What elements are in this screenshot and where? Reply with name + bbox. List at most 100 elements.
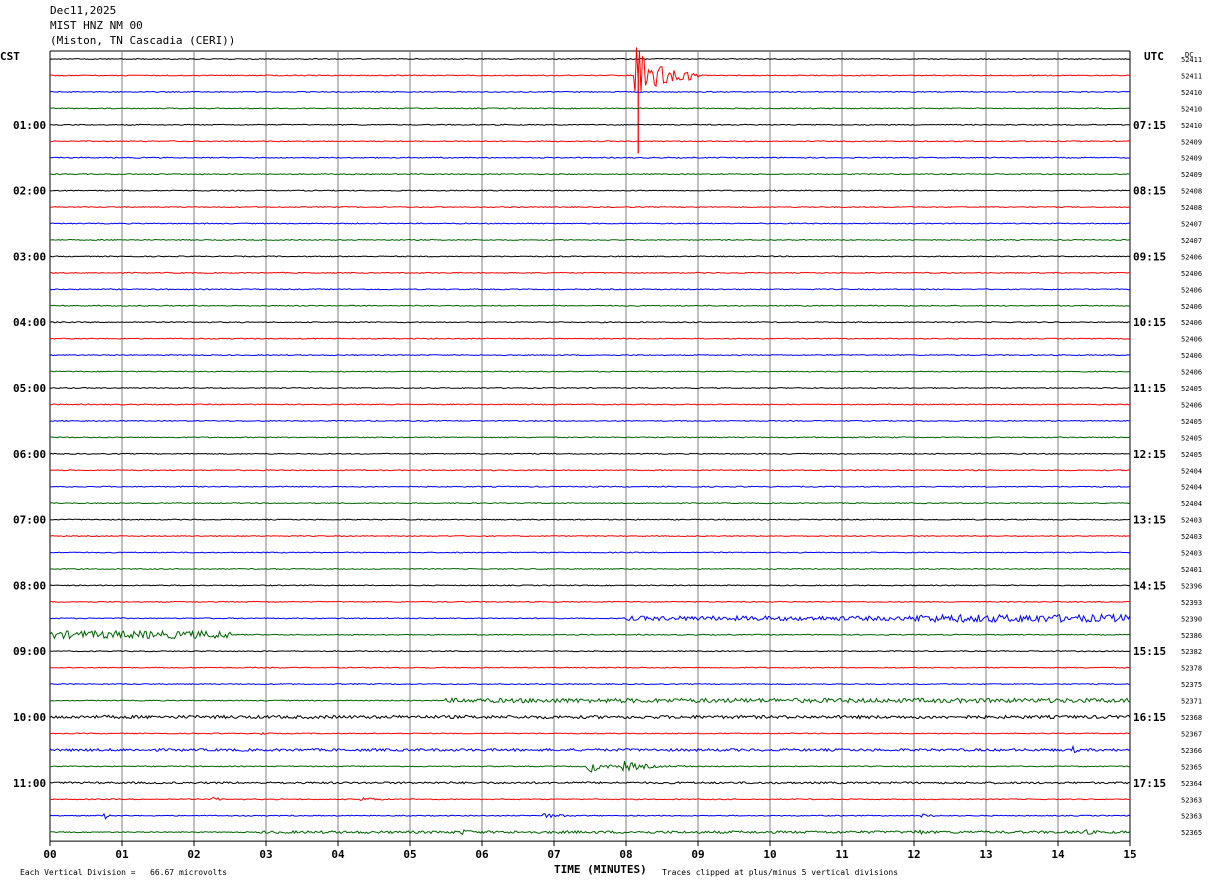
left-hour-label: 04:00 [13,316,46,329]
x-tick-label: 07 [547,848,560,861]
dc-value: 52410 [1181,122,1202,130]
dc-value: 52410 [1181,89,1202,97]
x-tick-label: 01 [115,848,129,861]
trace-row [49,238,1131,241]
trace-row [49,419,1131,422]
trace-row [50,485,1131,488]
dc-value: 52406 [1181,319,1202,327]
dc-value: 52408 [1181,204,1202,212]
x-tick-label: 04 [331,848,345,861]
trace-row [49,156,1131,159]
trace-row [49,222,1131,225]
trace-row [49,337,1131,340]
time-grid [49,50,1131,847]
trace-row [49,321,1131,324]
trace-row [49,551,1131,554]
trace-row [49,567,1131,570]
trace-row [49,47,1131,93]
helicorder-plot: CST UTC DC Each Vertical Division = 66.6… [0,47,1202,877]
dc-value: 52411 [1181,72,1202,80]
dc-value: 52409 [1181,171,1202,179]
trace-row [49,600,1131,603]
x-tick-label: 11 [835,848,849,861]
left-hour-label: 06:00 [13,448,46,461]
dc-value: 52406 [1181,303,1202,311]
x-tick-label: 06 [475,848,489,861]
right-hour-label: 11:15 [1133,382,1166,395]
left-hour-label: 07:00 [13,514,46,527]
trace-row [49,255,1131,258]
dc-value: 52404 [1181,500,1202,508]
dc-value: 52371 [1181,698,1202,706]
trace-row [49,518,1130,521]
trace-row [49,502,1131,505]
trace-row [49,206,1131,209]
x-tick-label: 05 [403,848,416,861]
dc-value: 52363 [1181,796,1202,804]
trace-row [49,760,1131,773]
left-hour-label: 10:00 [13,711,46,724]
trace-row [49,731,1131,735]
trace-row [49,288,1131,291]
trace-row [49,57,1131,61]
dc-value: 52401 [1181,566,1202,574]
trace-row [49,584,1131,587]
right-hour-label: 16:15 [1133,711,1166,724]
dc-value: 52378 [1181,665,1202,673]
dc-value: 52375 [1181,681,1202,689]
dc-value: 52406 [1181,286,1202,294]
right-hour-label: 14:15 [1133,579,1166,592]
trace-row [49,744,1131,754]
x-tick-label: 12 [907,848,920,861]
dc-value: 52404 [1181,467,1202,475]
left-hour-label: 01:00 [13,119,46,132]
left-hour-label: 03:00 [13,250,46,263]
dc-value: 52403 [1181,550,1202,558]
trace-row [49,90,1131,93]
trace-row [49,650,1131,653]
x-tick-label: 14 [1051,848,1065,861]
dc-value: 52366 [1181,747,1202,755]
trace-row [49,796,1131,802]
trace-row [49,714,1131,720]
dc-value: 52409 [1181,138,1202,146]
trace-row [49,140,1131,143]
dc-value: 52363 [1181,813,1202,821]
right-hour-label: 15:15 [1133,645,1166,658]
x-axis-title: TIME (MINUTES) [554,863,647,876]
dc-value: 52365 [1181,763,1202,771]
dc-value: 52386 [1181,632,1202,640]
dc-value: 52406 [1181,401,1202,409]
trace-row [49,829,1131,836]
trace-row [49,107,1131,110]
left-hour-label: 11:00 [13,777,46,790]
right-hour-label: 12:15 [1133,448,1166,461]
trace-row [49,683,1131,686]
dc-value: 52403 [1181,517,1202,525]
right-timezone-label: UTC [1144,50,1164,63]
x-tick-label: 13 [979,848,992,861]
dc-value: 52408 [1181,188,1202,196]
left-hour-label: 05:00 [13,382,46,395]
dc-value: 52382 [1181,648,1202,656]
x-tick-label: 08 [619,848,632,861]
dc-value: 52405 [1181,418,1202,426]
dc-value: 52406 [1181,253,1202,261]
trace-row [49,436,1131,439]
right-hour-label: 09:15 [1133,250,1166,263]
right-hour-label: 17:15 [1133,777,1166,790]
dc-value: 52405 [1181,434,1202,442]
trace-row [49,354,1131,357]
right-hour-label: 07:15 [1133,119,1166,132]
trace-row [49,535,1131,538]
x-tick-label: 00 [43,848,56,861]
x-tick-label: 15 [1123,848,1136,861]
trace-row [49,304,1131,307]
left-timezone-label: CST [0,50,20,63]
dc-value: 52367 [1181,730,1202,738]
x-tick-label: 10 [763,848,776,861]
scale-note: Each Vertical Division = 66.67 microvolt… [20,868,227,877]
dc-value: 52406 [1181,369,1202,377]
trace-row [49,452,1131,455]
trace-row [49,781,1131,785]
